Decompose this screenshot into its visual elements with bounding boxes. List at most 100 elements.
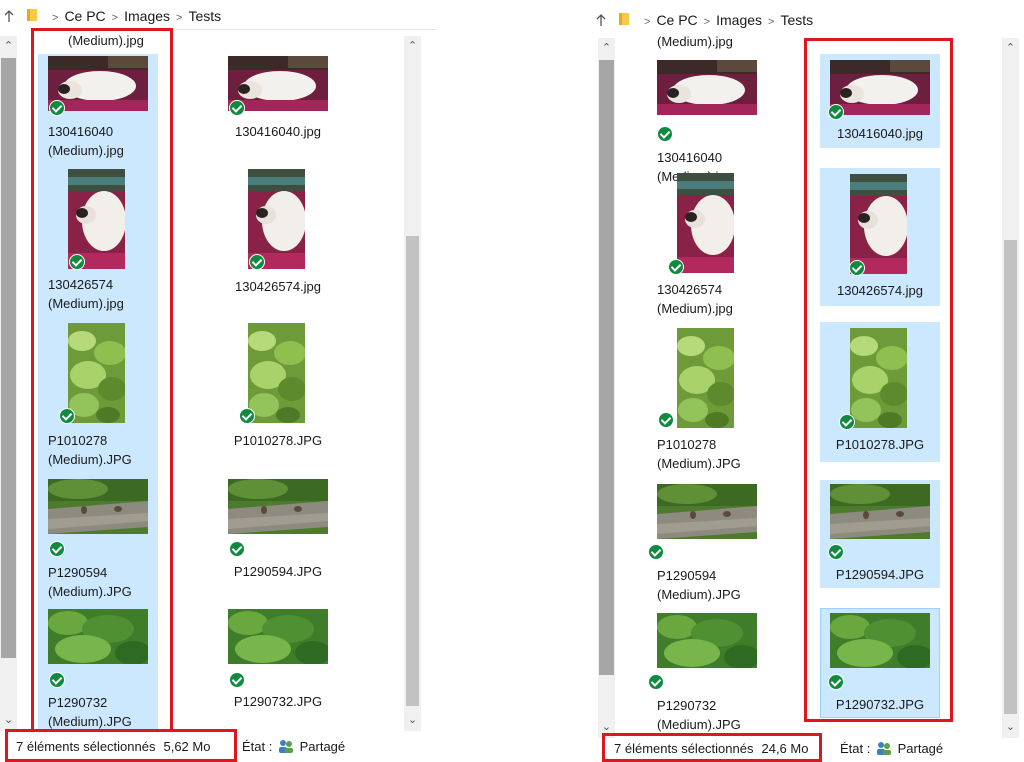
scroll-down-icon[interactable]: ⌄ <box>404 712 421 729</box>
file-tile[interactable]: P1010278 (Medium).JPG <box>647 322 767 478</box>
file-tile[interactable]: P1290732 (Medium).JPG <box>38 604 158 730</box>
file-name: 130416040.jpg <box>836 126 924 141</box>
state-label: État : <box>840 741 871 756</box>
check-badge-icon <box>648 544 664 560</box>
breadcrumb: > Ce PC > Images > Tests <box>638 12 813 28</box>
file-tile[interactable]: P1290594.JPG <box>820 480 940 588</box>
share-state: État : Partagé <box>840 739 943 759</box>
check-badge-icon <box>828 104 844 120</box>
file-name: 130426574.jpg <box>836 283 924 298</box>
thumbnail <box>830 484 930 539</box>
thumbnail <box>248 323 305 423</box>
nav-pane-scrollbar[interactable]: ⌃ ⌄ <box>0 36 17 731</box>
explorer-window-left: > Ce PC > Images > Tests ⌃ ⌄ (Medium).jpg 130… <box>0 0 440 762</box>
check-badge-icon <box>229 100 245 116</box>
file-name: P1290732 (Medium).JPG <box>48 695 132 729</box>
clipped-file-label: (Medium).jpg <box>657 34 733 49</box>
thumbnail <box>68 323 125 423</box>
thumbnail <box>850 174 907 274</box>
thumbnail <box>677 328 734 428</box>
thumbnail <box>48 479 148 534</box>
nav-pane-scrollbar[interactable]: ⌃ ⌄ <box>598 38 615 738</box>
check-badge-icon <box>648 674 664 690</box>
file-name: P1010278.JPG <box>233 433 323 448</box>
shared-users-icon <box>876 742 891 755</box>
file-view-scrollbar[interactable]: ⌃ ⌄ <box>404 36 421 731</box>
file-view: (Medium).jpg 130416040(Medium).jpg 13042… <box>647 30 997 734</box>
up-arrow-icon[interactable] <box>2 9 16 23</box>
file-tile[interactable]: P1010278.JPG <box>820 322 940 462</box>
file-tile[interactable]: P1290732 (Medium).JPG <box>647 610 767 734</box>
file-name: P1290594 (Medium).JPG <box>657 568 741 602</box>
breadcrumb: > Ce PC > Images > Tests <box>46 8 221 24</box>
folder-icon <box>619 13 629 25</box>
chevron-right-icon: > <box>176 12 183 24</box>
clipped-file-label: (Medium).jpg <box>68 33 144 48</box>
file-name: P1010278 (Medium).JPG <box>657 437 741 471</box>
file-tile[interactable]: P1010278.JPG <box>218 318 338 474</box>
chevron-right-icon: > <box>644 16 651 28</box>
check-badge-icon <box>828 674 844 690</box>
nav-scroll-thumb[interactable] <box>1 58 16 658</box>
check-badge-icon <box>239 408 255 424</box>
scroll-down-icon[interactable]: ⌄ <box>598 719 615 736</box>
file-scroll-thumb[interactable] <box>406 236 419 706</box>
up-arrow-icon[interactable] <box>594 13 608 27</box>
check-badge-icon <box>229 541 245 557</box>
scroll-up-icon[interactable]: ⌃ <box>0 38 17 55</box>
breadcrumb-tests[interactable]: Tests <box>188 8 221 24</box>
nav-scroll-thumb[interactable] <box>599 60 614 675</box>
file-name: P1290594.JPG <box>233 564 323 579</box>
selected-size: 24,6 Mo <box>761 741 809 756</box>
thumbnail <box>48 609 148 664</box>
breadcrumb-images[interactable]: Images <box>124 8 170 24</box>
file-name: P1290594.JPG <box>835 567 925 582</box>
breadcrumb-ce-pc[interactable]: Ce PC <box>656 12 697 28</box>
scroll-up-icon[interactable]: ⌃ <box>404 38 421 55</box>
file-name: 130426574 (Medium).jpg <box>48 277 124 311</box>
scroll-up-icon[interactable]: ⌃ <box>598 40 615 57</box>
selection-status: 7 éléments sélectionnés 5,62 Mo <box>16 737 210 757</box>
file-name: 130416040(Medium).jpg <box>48 124 124 158</box>
file-name: 130426574.jpg <box>234 279 322 294</box>
file-tile[interactable]: P1010278 (Medium).JPG <box>38 318 158 474</box>
selected-size: 5,62 Mo <box>163 739 211 754</box>
breadcrumb-ce-pc[interactable]: Ce PC <box>64 8 105 24</box>
file-view-scrollbar[interactable]: ⌃ ⌄ <box>1002 38 1019 738</box>
check-badge-icon <box>668 259 684 275</box>
chevron-right-icon: > <box>52 12 59 24</box>
file-tile[interactable]: P1290732.JPG <box>218 604 338 730</box>
check-badge-icon <box>657 126 673 142</box>
scroll-up-icon[interactable]: ⌃ <box>1002 40 1019 57</box>
file-tile[interactable]: 130426574 (Medium).jpg <box>647 168 767 324</box>
file-tile[interactable]: 130416040.jpg <box>820 54 940 148</box>
file-name: P1290594 (Medium).JPG <box>48 565 132 599</box>
breadcrumb-tests[interactable]: Tests <box>780 12 813 28</box>
scroll-down-icon[interactable]: ⌄ <box>1002 719 1019 736</box>
thumbnail <box>657 60 757 115</box>
thumbnail <box>850 328 907 428</box>
breadcrumb-images[interactable]: Images <box>716 12 762 28</box>
file-view: (Medium).jpg 130416040(Medium).jpg 13042… <box>38 30 398 730</box>
folder-icon <box>27 9 37 21</box>
thumbnail <box>677 173 734 273</box>
scroll-down-icon[interactable]: ⌄ <box>0 712 17 729</box>
share-state: État : Partagé <box>242 737 345 757</box>
file-name: P1290732.JPG <box>233 694 323 709</box>
file-name: P1290732.JPG <box>835 697 925 712</box>
selection-status: 7 éléments sélectionnés 24,6 Mo <box>614 739 808 759</box>
explorer-window-right: > Ce PC > Images > Tests ⌃ ⌄ (Medium).jpg 130… <box>592 0 1024 762</box>
address-bar[interactable]: > Ce PC > Images > Tests <box>0 0 440 32</box>
thumbnail <box>830 60 930 115</box>
file-scroll-thumb[interactable] <box>1004 240 1017 714</box>
check-badge-icon <box>49 541 65 557</box>
file-tile[interactable]: 130426574.jpg <box>218 164 338 320</box>
state-value: Partagé <box>897 741 944 756</box>
file-tile[interactable]: P1290732.JPG <box>820 608 940 718</box>
file-tile[interactable]: 130426574 (Medium).jpg <box>38 164 158 320</box>
thumbnail <box>830 613 930 668</box>
file-tile[interactable]: 130426574.jpg <box>820 168 940 306</box>
chevron-right-icon: > <box>111 12 119 24</box>
chevron-right-icon: > <box>703 16 711 28</box>
selected-count: 7 éléments sélectionnés <box>16 739 156 754</box>
